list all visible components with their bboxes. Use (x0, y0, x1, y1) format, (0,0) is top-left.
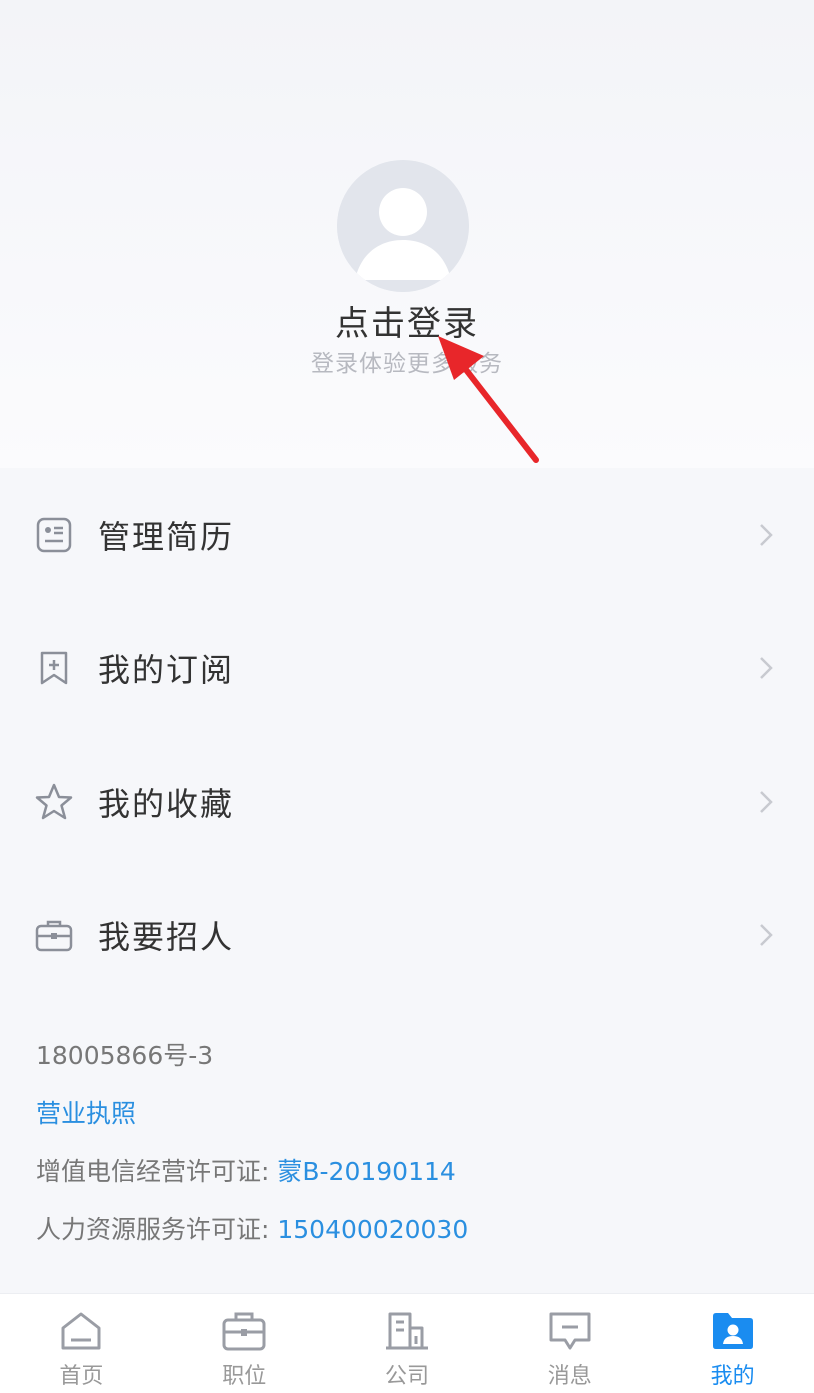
menu-item-manage-resume[interactable]: 管理简历 (0, 468, 814, 602)
telecom-license-label: 增值电信经营许可证: (36, 1157, 278, 1186)
tab-profile[interactable]: 我的 (651, 1294, 814, 1393)
tab-label: 职位 (222, 1364, 267, 1389)
login-subtitle: 登录体验更多服务 (311, 351, 503, 377)
message-icon (545, 1308, 595, 1354)
menu-item-label: 我的收藏 (98, 784, 235, 823)
chevron-right-icon (760, 657, 773, 680)
avatar[interactable] (337, 160, 469, 292)
menu-list: 管理简历 我的订阅 我的收藏 我要招人 (0, 468, 814, 1002)
login-header: 点击登录 登录体验更多服务 (0, 0, 814, 468)
menu-item-label: 管理简历 (98, 517, 235, 556)
hr-license-label: 人力资源服务许可证: (36, 1215, 278, 1244)
icp-number: 18005866号-3 (36, 1041, 214, 1070)
menu-item-my-favorites[interactable]: 我的收藏 (0, 735, 814, 869)
briefcase-icon (34, 915, 74, 955)
chevron-right-icon (760, 523, 773, 546)
tab-label: 消息 (547, 1364, 592, 1389)
menu-item-label: 我要招人 (98, 918, 235, 957)
menu-item-recruit[interactable]: 我要招人 (0, 869, 814, 1003)
tab-messages[interactable]: 消息 (488, 1294, 651, 1393)
login-title[interactable]: 点击登录 (0, 296, 814, 345)
tab-company[interactable]: 公司 (326, 1294, 489, 1393)
tab-label: 我的 (710, 1364, 755, 1389)
tab-jobs[interactable]: 职位 (163, 1294, 326, 1393)
bottom-tab-bar: 首页 职位 公司 消息 我的 (0, 1293, 814, 1393)
building-icon (382, 1308, 432, 1354)
briefcase-icon (219, 1308, 269, 1354)
telecom-license: 增值电信经营许可证: 蒙B-20190114 (36, 1152, 796, 1210)
hr-license-link[interactable]: 150400020030 (277, 1215, 468, 1244)
resume-icon (34, 515, 74, 555)
telecom-license-link[interactable]: 蒙B-20190114 (277, 1157, 455, 1186)
profile-icon (708, 1308, 758, 1354)
red-arrow-annotation-icon (438, 336, 539, 463)
default-avatar-icon (337, 160, 469, 292)
tab-label: 首页 (59, 1364, 104, 1389)
hr-license: 人力资源服务许可证: 150400020030 (36, 1210, 796, 1268)
license-info: 18005866号-3 营业执照 增值电信经营许可证: 蒙B-20190114 … (36, 1036, 796, 1268)
home-icon (56, 1308, 106, 1354)
profile-page: 点击登录 登录体验更多服务 管理简历 我的订阅 我的收藏 我要招人 180058… (0, 0, 814, 1393)
star-icon (34, 782, 74, 822)
tab-label: 公司 (384, 1364, 429, 1389)
chevron-right-icon (760, 790, 773, 813)
menu-item-label: 我的订阅 (98, 651, 235, 690)
business-license-link[interactable]: 营业执照 (36, 1099, 136, 1128)
tab-home[interactable]: 首页 (0, 1294, 163, 1393)
chevron-right-icon (760, 924, 773, 947)
menu-item-my-subscriptions[interactable]: 我的订阅 (0, 602, 814, 736)
bookmark-icon (34, 648, 74, 688)
